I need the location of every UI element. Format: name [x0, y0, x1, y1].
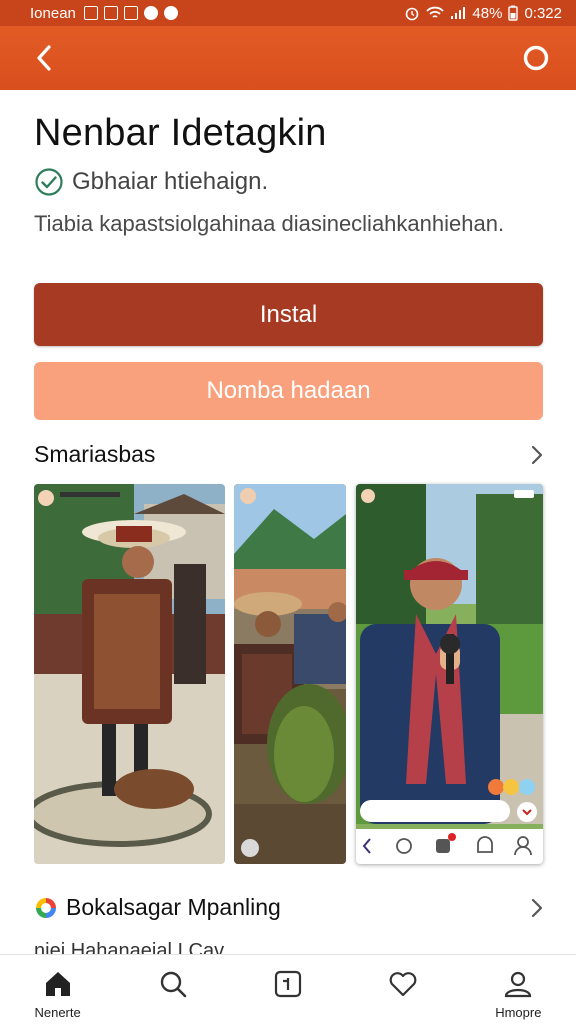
signal-icon	[451, 7, 466, 19]
back-button[interactable]	[30, 44, 58, 72]
alarm-icon	[406, 7, 419, 21]
chevron-right-icon	[531, 445, 543, 464]
battery-percent: 48%	[472, 4, 503, 22]
screenshots-section-header[interactable]: Smariasbas	[34, 441, 544, 468]
install-button-label: Instal	[259, 300, 318, 328]
check-circle-icon	[35, 168, 63, 196]
home-icon	[45, 972, 70, 996]
screenshots-section-title: Smariasbas	[34, 441, 156, 467]
status-bar: Ionean 48% 0:322	[0, 0, 576, 26]
screenshot-1[interactable]	[34, 484, 225, 864]
app-description: Tiabia kapastsiolgahinaa diasinecliahkan…	[34, 211, 505, 236]
chat-notification-icon	[143, 6, 158, 20]
secondary-button[interactable]: Nomba hadaan	[34, 362, 543, 420]
status-right: 48% 0:322	[404, 5, 562, 22]
search-icon	[160, 971, 187, 998]
verified-text: Gbhaiar htiehaign.	[72, 168, 269, 195]
nav-search[interactable]	[125, 969, 221, 999]
chevron-right-icon	[531, 898, 543, 917]
screenshot-3-image	[356, 484, 543, 864]
screenshot-3[interactable]	[356, 484, 543, 864]
nav-add[interactable]	[240, 969, 336, 999]
add-box-icon	[274, 970, 302, 998]
google-logo-icon	[36, 897, 56, 918]
menu-button[interactable]	[522, 44, 550, 72]
app-title: Nenbar Idetagkin	[34, 112, 327, 154]
install-button[interactable]: Instal	[34, 283, 543, 346]
app-bar	[0, 26, 576, 90]
notification-icon	[83, 6, 98, 20]
heart-icon	[389, 972, 417, 997]
bottom-nav: Nenerte Hmopre	[0, 954, 576, 1024]
verified-row: Gbhaiar htiehaign.	[34, 167, 268, 197]
wifi-icon	[426, 6, 445, 18]
similar-section-title: Bokalsagar Mpanling	[66, 894, 281, 920]
status-left: Ionean	[30, 5, 178, 22]
chevron-left-icon	[37, 45, 51, 71]
screenshot-2[interactable]	[234, 484, 346, 864]
gallery-notification-icon	[123, 6, 138, 20]
nav-profile[interactable]: Hmopre	[470, 969, 566, 1020]
nav-profile-label: Hmopre	[495, 1005, 542, 1020]
app-notification-icon	[163, 6, 178, 20]
similar-section-left: Bokalsagar Mpanling	[34, 894, 281, 921]
similar-section-header[interactable]: Bokalsagar Mpanling	[34, 894, 544, 921]
image-notification-icon	[103, 6, 118, 20]
nav-favorites[interactable]	[355, 969, 451, 999]
nav-home[interactable]: Nenerte	[10, 969, 106, 1020]
screenshot-1-image	[34, 484, 225, 864]
clock: 0:322	[524, 4, 562, 22]
profile-icon	[505, 971, 532, 998]
screenshot-2-image	[234, 484, 346, 864]
nav-home-label: Nenerte	[34, 1005, 81, 1020]
circle-icon	[523, 45, 549, 71]
secondary-button-label: Nomba hadaan	[206, 377, 371, 404]
battery-icon	[508, 5, 519, 21]
carrier-name: Ionean	[30, 4, 76, 22]
